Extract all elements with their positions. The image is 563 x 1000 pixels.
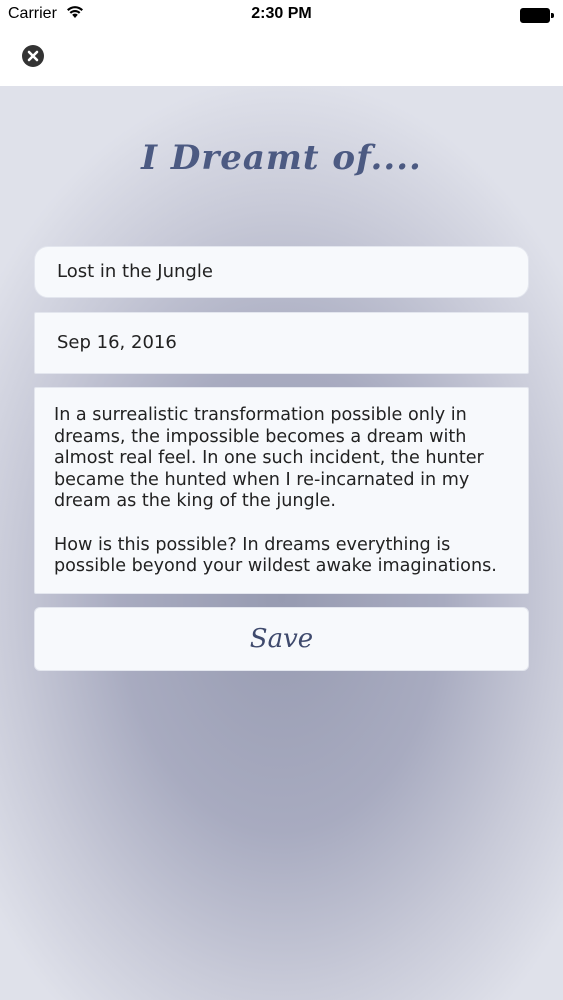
dream-date-field[interactable]: Sep 16, 2016 [34,312,529,374]
page-title: I Dreamt of.... [141,138,422,178]
battery-icon [520,8,554,23]
dream-title-value: Lost in the Jungle [57,261,213,282]
save-button[interactable]: Save [34,607,529,671]
description-paragraph: How is this possible? In dreams everythi… [54,534,497,577]
clock-time: 2:30 PM [251,5,312,22]
dream-entry-screen: I Dreamt of.... Lost in the Jungle Sep 1… [0,86,563,1000]
dream-description-textarea[interactable]: In a surrealistic transformation possibl… [34,387,529,594]
status-bar: Carrier 2:30 PM [0,0,563,30]
dream-title-field[interactable]: Lost in the Jungle [34,246,529,298]
close-icon[interactable] [22,45,44,67]
description-paragraph: In a surrealistic transformation possibl… [54,405,484,512]
dream-date-value: Sep 16, 2016 [57,332,177,353]
nav-bar [0,30,563,86]
